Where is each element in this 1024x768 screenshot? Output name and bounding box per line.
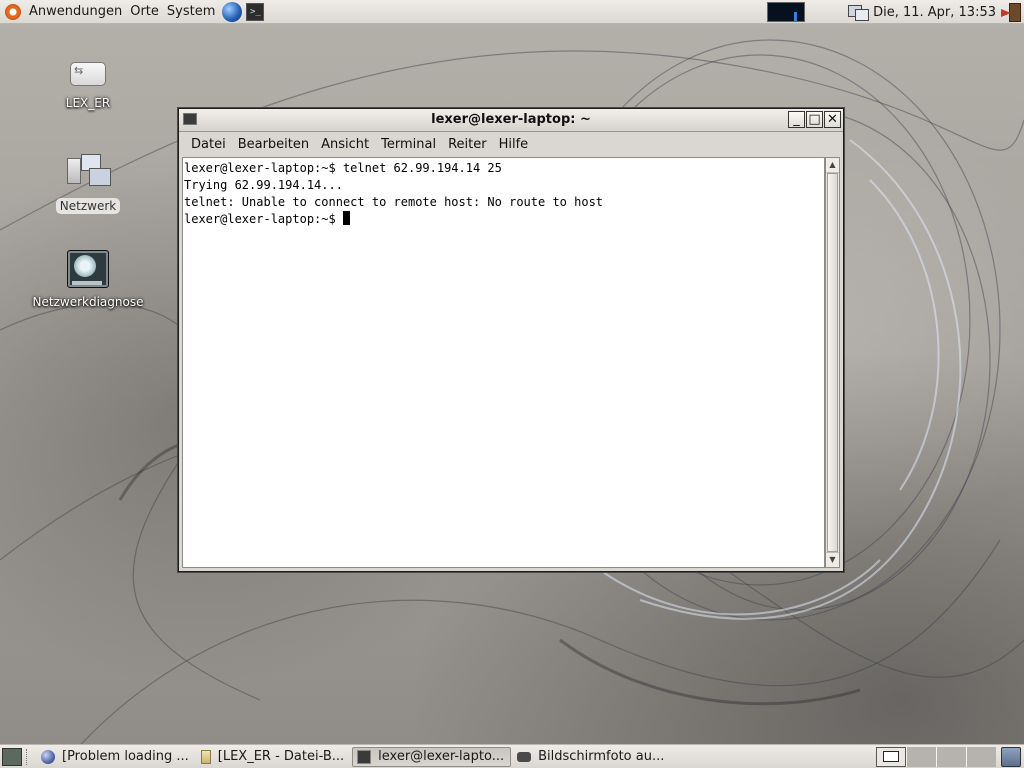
network-icon [65,154,111,194]
menu-ansicht[interactable]: Ansicht [315,137,375,152]
menu-terminal[interactable]: Terminal [375,137,442,152]
bottom-panel: [Problem loading ... [LEX_ER - Datei-B..… [0,744,1024,768]
top-panel: Anwendungen Orte System >_ Die, 11. Apr,… [0,0,1024,24]
terminal-line: lexer@lexer-laptop:~$ telnet 62.99.194.1… [184,161,502,175]
panel-handle [26,748,33,765]
taskbar-item-terminal[interactable]: lexer@lexer-lapto... [352,746,512,767]
desktop-icon-label: Netzwerk [55,198,121,214]
browser-icon [41,749,55,764]
scroll-down-arrow-icon[interactable]: ▼ [826,552,839,567]
menu-system[interactable]: System [163,4,219,19]
menu-reiter[interactable]: Reiter [442,137,493,152]
scrollbar-thumb[interactable] [827,173,838,552]
taskbar-item-label: Bildschirmfoto au... [538,749,665,764]
workspace-switcher [876,747,996,767]
clock[interactable]: Die, 11. Apr, 13:53 [873,5,996,20]
show-desktop-icon[interactable] [2,747,22,766]
desktop-icon-label: LEX_ER [65,96,111,110]
terminal-menubar: Datei Bearbeiten Ansicht Terminal Reiter… [179,132,843,157]
network-manager-icon[interactable] [847,3,870,21]
taskbar-item-browser[interactable]: [Problem loading ... [37,747,195,767]
workspace-2[interactable] [906,747,936,767]
taskbar-item-label: [Problem loading ... [62,749,189,764]
workspace-3[interactable] [936,747,966,767]
network-diagnosis-icon [67,250,109,288]
taskbar-item-screenshot[interactable]: Bildschirmfoto au... [513,747,670,767]
file-browser-icon [200,749,211,764]
workspace-1[interactable] [876,747,906,767]
taskbar-item-label: [LEX_ER - Datei-B... [217,749,345,764]
logout-icon[interactable] [1000,2,1022,22]
maximize-button[interactable]: □ [806,111,823,128]
terminal-launcher-icon[interactable]: >_ [246,2,265,21]
taskbar-item-label: lexer@lexer-lapto... [378,749,505,764]
terminal-scrollbar[interactable]: ▲ ▼ [825,157,840,568]
web-browser-launcher-icon[interactable] [222,1,243,22]
desktop-icon-netzwerkdiagnose[interactable]: Netzwerkdiagnose [18,250,158,310]
camera-icon [517,751,532,762]
desktop-icon-lex-er[interactable]: LEX_ER [18,56,158,111]
terminal-prompt-line: lexer@lexer-laptop:~$ [184,211,824,228]
terminal-line: telnet: Unable to connect to remote host… [184,195,604,209]
desktop-icon-label: Netzwerkdiagnose [32,295,144,309]
terminal-icon [357,749,372,764]
terminal-prompt: lexer@lexer-laptop:~$ [184,212,343,226]
ubuntu-logo-icon[interactable] [5,3,21,20]
window-title: lexer@lexer-laptop: ~ [431,112,591,127]
menu-hilfe[interactable]: Hilfe [493,137,535,152]
usb-drive-icon [70,62,106,86]
terminal-output[interactable]: lexer@lexer-laptop:~$ telnet 62.99.194.1… [182,157,825,568]
desktop-icon-netzwerk[interactable]: Netzwerk [18,154,158,214]
close-button[interactable]: ✕ [824,111,841,128]
taskbar-item-file-browser[interactable]: [LEX_ER - Datei-B... [197,747,350,767]
minimize-button[interactable]: _ [788,111,805,128]
text-cursor [342,211,350,225]
top-panel-tray: Die, 11. Apr, 13:53 [767,0,1024,24]
workspace-4[interactable] [966,747,996,767]
menu-orte[interactable]: Orte [126,4,163,19]
menu-datei[interactable]: Datei [185,137,232,152]
system-monitor-icon[interactable] [767,2,806,22]
terminal-window: lexer@lexer-laptop: ~ _ □ ✕ Datei Bearbe… [178,108,844,572]
trash-icon[interactable] [1001,747,1021,767]
window-titlebar[interactable]: lexer@lexer-laptop: ~ _ □ ✕ [179,109,843,132]
terminal-line: Trying 62.99.194.14... [184,178,343,192]
menu-bearbeiten[interactable]: Bearbeiten [232,137,315,152]
menu-anwendungen[interactable]: Anwendungen [25,4,126,19]
scroll-up-arrow-icon[interactable]: ▲ [826,158,839,173]
